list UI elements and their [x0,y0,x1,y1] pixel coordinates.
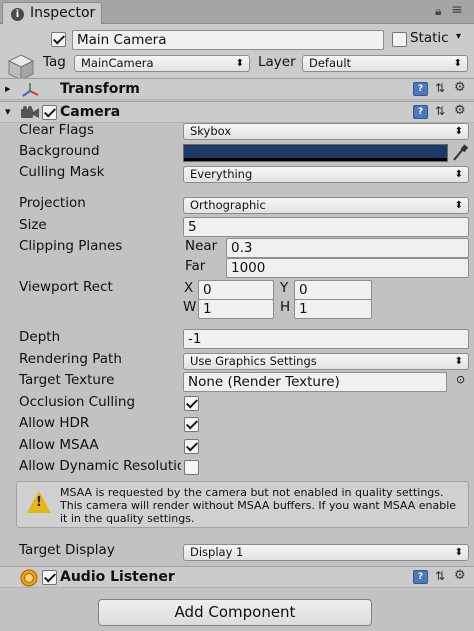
object-name-field[interactable]: Main Camera [72,30,384,50]
viewport-y-field[interactable]: 0 [294,280,372,300]
clipping-planes-label: Clipping Planes [19,238,123,254]
add-component-button[interactable]: Add Component [98,599,372,626]
viewport-w-field[interactable]: 1 [198,299,274,319]
msaa-warning-text: MSAA is requested by the camera but not … [60,486,457,525]
allow-msaa-label: Allow MSAA [19,437,99,453]
rendering-path-value: Use Graphics Settings [190,354,317,368]
culling-mask-label: Culling Mask [19,164,105,180]
tab-label: Inspector [30,5,96,21]
dropdown-arrow-icon: ⬍ [453,58,462,69]
viewport-x-field[interactable]: 0 [198,280,274,300]
help-book-icon[interactable]: ? [413,570,428,584]
audio-listener-header[interactable]: Audio Listener ? ⇅ ⚙ [0,566,474,588]
culling-mask-value: Everything [190,167,253,181]
clear-flags-value: Skybox [190,124,232,138]
foldout-arrow-icon[interactable]: ▸ [5,82,11,95]
dropdown-arrow-icon: ⬍ [454,356,463,367]
audio-listener-enabled-checkbox[interactable] [42,570,57,585]
occlusion-culling-checkbox[interactable] [184,396,199,411]
layer-dropdown[interactable]: Default ⬍ [302,55,468,72]
target-display-dropdown[interactable]: Display 1 ⬍ [183,544,469,561]
dropdown-arrow-icon: ⬍ [235,58,244,69]
menu-icon[interactable]: ≡ [451,2,463,18]
target-display-label: Target Display [19,542,115,558]
preset-icon[interactable]: ⇅ [435,81,445,95]
viewport-y-label: Y [280,280,289,296]
size-field[interactable]: 5 [183,217,469,237]
background-color-field[interactable] [183,144,448,162]
dropdown-arrow-icon: ⬍ [454,126,463,137]
static-dropdown-arrow[interactable]: ▾ [456,31,461,42]
help-book-icon[interactable]: ? [413,82,428,96]
gear-icon[interactable]: ⚙ [454,568,466,583]
lock-icon[interactable]: 🔒︎ [435,4,441,19]
allow-hdr-label: Allow HDR [19,415,90,431]
msaa-warning-box: ! MSAA is requested by the camera but no… [16,481,469,528]
far-label: Far [185,258,206,274]
allow-dynamic-resolution-checkbox[interactable] [184,460,199,475]
target-texture-label: Target Texture [19,372,115,388]
layer-label: Layer [258,54,296,70]
foldout-arrow-icon[interactable]: ▾ [5,105,11,118]
active-checkbox[interactable] [51,32,66,47]
dropdown-arrow-icon: ⬍ [454,547,463,558]
viewport-h-field[interactable]: 1 [294,299,372,319]
target-display-value: Display 1 [190,545,244,559]
dropdown-arrow-icon: ⬍ [454,200,463,211]
clear-flags-label: Clear Flags [19,122,94,138]
culling-mask-dropdown[interactable]: Everything ⬍ [183,166,469,183]
tab-inspector[interactable]: i Inspector [2,2,102,24]
rendering-path-label: Rendering Path [19,351,122,367]
camera-icon [21,106,39,118]
background-label: Background [19,143,100,159]
depth-label: Depth [19,329,61,345]
tag-label: Tag [43,54,66,70]
warning-icon: ! [27,491,51,513]
viewport-x-label: X [184,280,194,296]
depth-field[interactable]: -1 [183,329,469,349]
help-book-icon[interactable]: ? [413,105,428,119]
projection-value: Orthographic [190,198,266,212]
camera-title: Camera [60,104,121,120]
object-header: Main Camera Static ▾ Tag MainCamera ⬍ Lay… [0,24,474,81]
far-clip-field[interactable]: 1000 [226,258,469,278]
camera-enabled-checkbox[interactable] [42,105,57,120]
rendering-path-dropdown[interactable]: Use Graphics Settings ⬍ [183,353,469,370]
clear-flags-dropdown[interactable]: Skybox ⬍ [183,123,469,140]
tab-bar: i Inspector 🔒︎ ≡ [0,0,474,24]
near-label: Near [185,238,218,254]
static-checkbox[interactable] [392,32,407,47]
audio-listener-title: Audio Listener [60,569,175,585]
projection-label: Projection [19,195,86,211]
audio-listener-icon [20,569,38,587]
camera-header[interactable]: ▾ Camera ? ⇅ ⚙ [0,101,474,123]
layer-value: Default [309,56,352,70]
preset-icon[interactable]: ⇅ [435,104,445,118]
viewport-h-label: H [280,299,291,315]
tag-value: MainCamera [81,56,154,70]
transform-axes-icon [22,83,39,97]
viewport-w-label: W [183,299,197,315]
preset-icon[interactable]: ⇅ [435,569,445,583]
occlusion-culling-label: Occlusion Culling [19,394,136,410]
gear-icon[interactable]: ⚙ [454,103,466,118]
size-label: Size [19,217,47,233]
tag-dropdown[interactable]: MainCamera ⬍ [74,55,250,72]
object-picker-icon[interactable]: ⊙ [456,373,465,386]
transform-header[interactable]: ▸ Transform ? ⇅ ⚙ [0,78,474,100]
projection-dropdown[interactable]: Orthographic ⬍ [183,197,469,214]
allow-msaa-checkbox[interactable] [184,439,199,454]
allow-hdr-checkbox[interactable] [184,417,199,432]
static-label: Static [410,30,449,46]
viewport-rect-label: Viewport Rect [19,279,113,295]
eyedropper-icon[interactable] [451,143,469,163]
transform-title: Transform [60,81,140,97]
info-icon: i [11,8,24,21]
near-clip-field[interactable]: 0.3 [226,238,469,258]
gear-icon[interactable]: ⚙ [454,80,466,95]
dropdown-arrow-icon: ⬍ [454,169,463,180]
allow-dynamic-resolution-label: Allow Dynamic Resolutio [19,458,181,474]
target-texture-field[interactable]: None (Render Texture) [183,372,447,392]
